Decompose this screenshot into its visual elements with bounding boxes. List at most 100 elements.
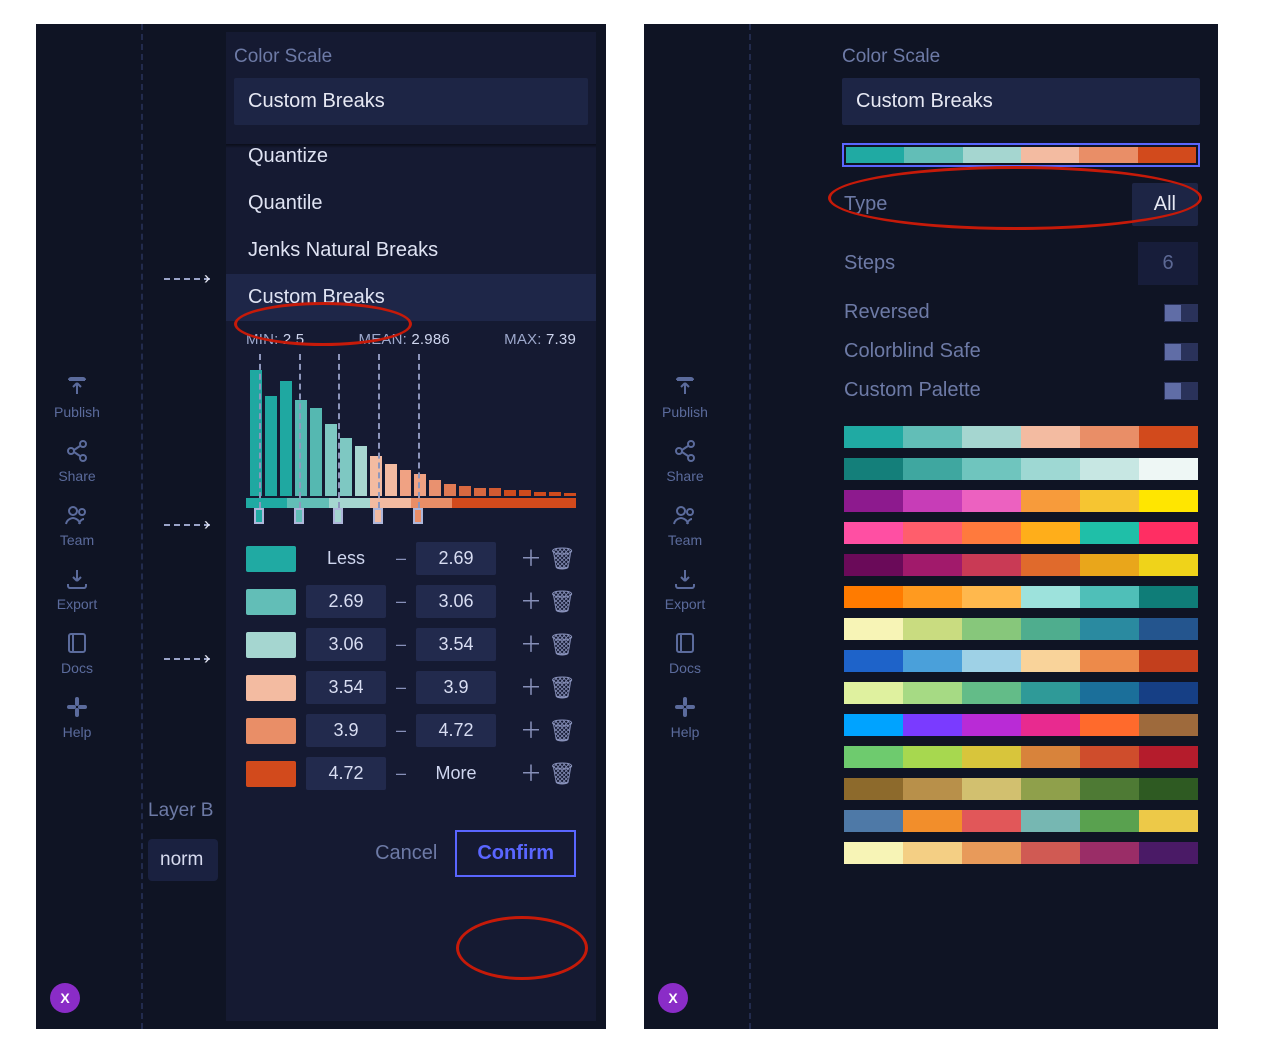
palette-option[interactable] (844, 522, 1198, 544)
break-line[interactable] (259, 354, 261, 508)
break-from[interactable]: 4.72 (306, 757, 386, 790)
toggle-switch[interactable] (1164, 304, 1198, 322)
trash-icon[interactable]: 🗑 (548, 763, 576, 785)
sidebar-item-help[interactable]: Help (671, 694, 700, 740)
palette-option[interactable] (844, 554, 1198, 576)
break-swatch[interactable] (246, 718, 296, 744)
trash-icon[interactable]: 🗑 (548, 720, 576, 742)
trash-icon[interactable]: 🗑 (548, 548, 576, 570)
type-select[interactable]: All (1132, 183, 1198, 226)
plus-icon[interactable]: ＋ (520, 548, 542, 570)
palette-option[interactable] (844, 714, 1198, 736)
sidebar-item-publish[interactable]: Publish (54, 374, 100, 420)
scale-option[interactable]: Custom Breaks (226, 274, 596, 321)
sidebar-item-label: Publish (54, 404, 100, 420)
close-x-badge[interactable]: X (50, 983, 80, 1013)
close-x-badge[interactable]: X (658, 983, 688, 1013)
palette-option[interactable] (844, 842, 1198, 864)
scale-option[interactable]: Quantize (226, 133, 596, 180)
scale-option[interactable]: Quantile (226, 180, 596, 227)
sidebar-item-export[interactable]: Export (57, 566, 97, 612)
current-palette-preview[interactable] (842, 143, 1200, 167)
break-to[interactable]: More (416, 763, 496, 784)
break-swatch[interactable] (246, 761, 296, 787)
break-to[interactable]: 3.54 (416, 628, 496, 661)
dash-icon: – (396, 677, 406, 698)
sidebar-item-export[interactable]: Export (665, 566, 705, 612)
palette-option[interactable] (844, 586, 1198, 608)
break-from[interactable]: 2.69 (306, 585, 386, 618)
sidebar-item-share[interactable]: Share (666, 438, 703, 484)
break-line[interactable] (418, 354, 420, 508)
sidebar-item-label: Export (57, 596, 97, 612)
scale-option[interactable]: Jenks Natural Breaks (226, 227, 596, 274)
break-handle[interactable] (413, 508, 423, 524)
sidebar-item-team[interactable]: Team (668, 502, 702, 548)
palette-option[interactable] (844, 618, 1198, 640)
scale-type-dropdown[interactable]: Custom Breaks (234, 78, 588, 125)
trash-icon[interactable]: 🗑 (548, 677, 576, 699)
toggle-label: Custom Palette (844, 379, 981, 402)
break-line[interactable] (378, 354, 380, 508)
break-to[interactable]: 4.72 (416, 714, 496, 747)
palette-option[interactable] (844, 650, 1198, 672)
palette-option[interactable] (844, 458, 1198, 480)
break-line[interactable] (299, 354, 301, 508)
steps-value[interactable]: 6 (1138, 242, 1198, 285)
sidebar-item-help[interactable]: Help (63, 694, 92, 740)
plus-icon[interactable]: ＋ (520, 720, 542, 742)
palette-segment (1079, 147, 1137, 163)
break-handle[interactable] (294, 508, 304, 524)
trash-icon[interactable]: 🗑 (548, 591, 576, 613)
histogram-bar (459, 486, 471, 496)
break-from[interactable]: 3.9 (306, 714, 386, 747)
confirm-button[interactable]: Confirm (455, 830, 576, 877)
break-row: 4.72 – More ＋ 🗑 (246, 757, 576, 790)
plus-icon[interactable]: ＋ (520, 763, 542, 785)
palette-option[interactable] (844, 426, 1198, 448)
break-swatch[interactable] (246, 546, 296, 572)
break-from[interactable]: 3.06 (306, 628, 386, 661)
break-to[interactable]: 2.69 (416, 542, 496, 575)
break-handle[interactable] (373, 508, 383, 524)
plus-icon[interactable]: ＋ (520, 677, 542, 699)
palette-option[interactable] (844, 810, 1198, 832)
break-handle[interactable] (254, 508, 264, 524)
palette-option[interactable] (844, 682, 1198, 704)
histogram-bar (504, 490, 516, 496)
break-to[interactable]: 3.06 (416, 585, 496, 618)
norm-dropdown-peek[interactable]: norm (148, 839, 218, 881)
sidebar-item-docs[interactable]: Docs (669, 630, 701, 676)
plus-icon[interactable]: ＋ (520, 634, 542, 656)
cancel-button[interactable]: Cancel (367, 834, 445, 873)
break-handle[interactable] (333, 508, 343, 524)
scale-type-dropdown[interactable]: Custom Breaks (842, 78, 1200, 125)
toggle-switch[interactable] (1164, 382, 1198, 400)
trash-icon[interactable]: 🗑 (548, 634, 576, 656)
sidebar-item-docs[interactable]: Docs (61, 630, 93, 676)
users-icon (64, 502, 90, 528)
vertical-dashed-divider (141, 24, 143, 1029)
share-nodes-icon (672, 438, 698, 464)
break-swatch[interactable] (246, 589, 296, 615)
histogram-bar (444, 484, 456, 496)
toggle-switch[interactable] (1164, 343, 1198, 361)
palette-option[interactable] (844, 490, 1198, 512)
sidebar-item-label: Docs (61, 660, 93, 676)
palette-option[interactable] (844, 778, 1198, 800)
break-swatch[interactable] (246, 675, 296, 701)
toggle-row: Reversed (834, 285, 1208, 324)
type-label: Type (844, 193, 887, 216)
break-line[interactable] (338, 354, 340, 508)
palette-option[interactable] (844, 746, 1198, 768)
break-to[interactable]: 3.9 (416, 671, 496, 704)
slack-icon (672, 694, 698, 720)
break-from[interactable]: 3.54 (306, 671, 386, 704)
sidebar-item-team[interactable]: Team (60, 502, 94, 548)
sidebar-item-share[interactable]: Share (58, 438, 95, 484)
histogram[interactable] (246, 354, 576, 514)
break-swatch[interactable] (246, 632, 296, 658)
sidebar-item-publish[interactable]: Publish (662, 374, 708, 420)
plus-icon[interactable]: ＋ (520, 591, 542, 613)
break-from[interactable]: Less (306, 548, 386, 569)
